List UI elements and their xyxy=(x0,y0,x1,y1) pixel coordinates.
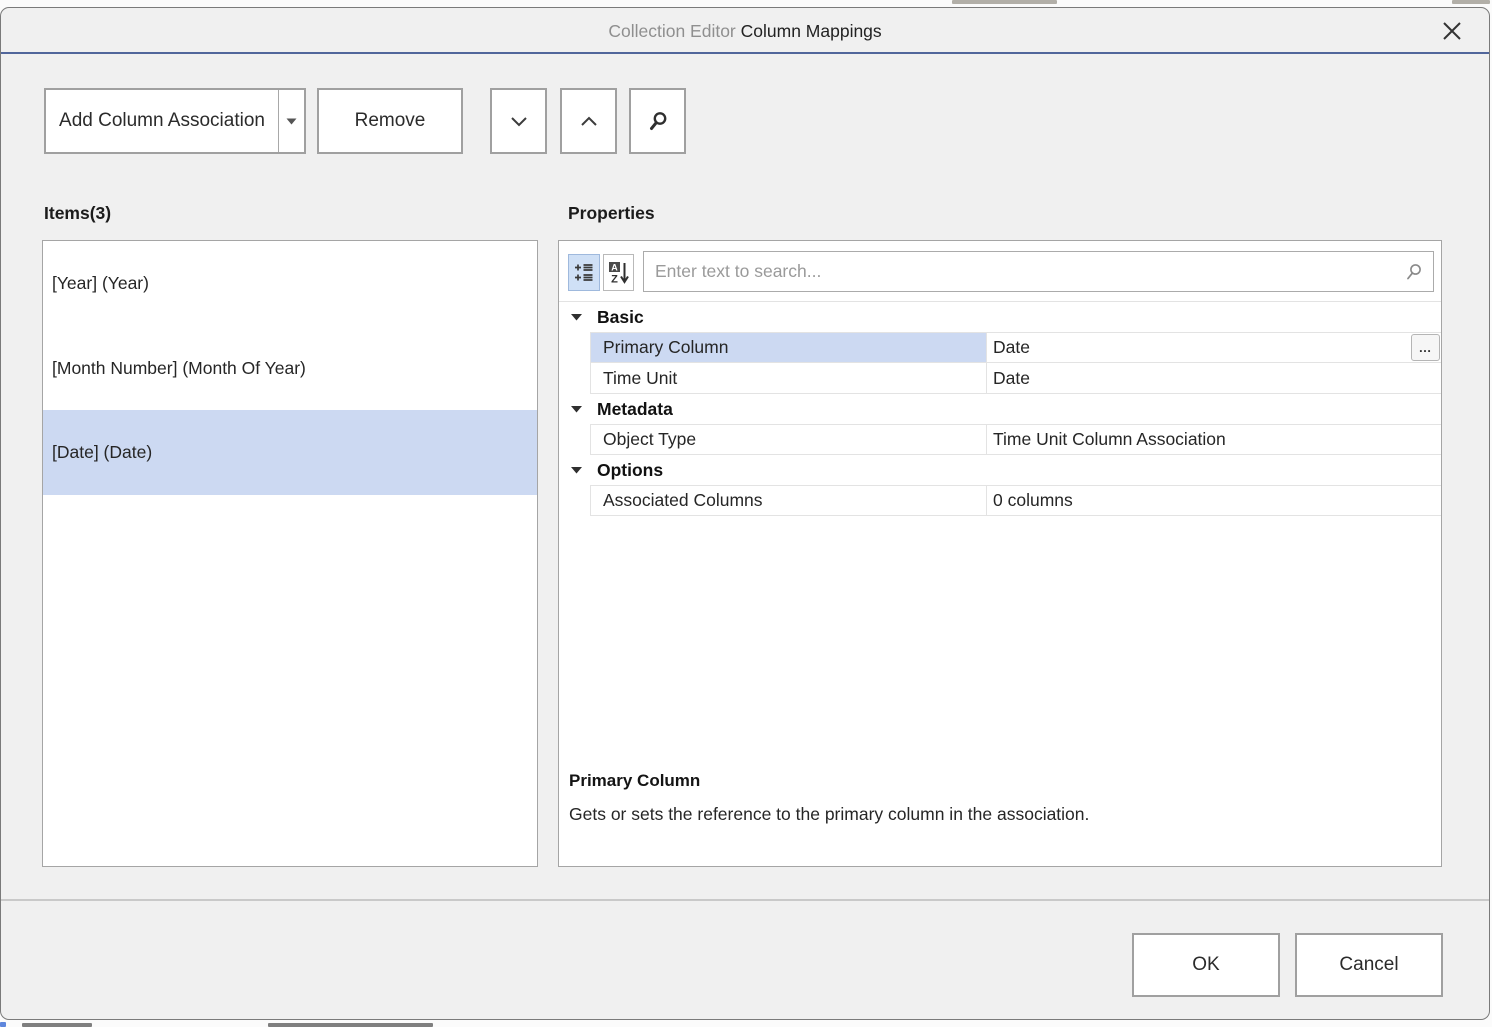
property-description-title: Primary Column xyxy=(569,771,1421,791)
search-input-icon xyxy=(1405,263,1433,281)
property-value: 0 columns xyxy=(993,490,1073,511)
add-column-association-splitbutton: Add Column Association xyxy=(44,88,306,154)
sort-alphabetical-icon: A Z xyxy=(608,261,629,284)
ellipsis-editor-button[interactable]: … xyxy=(1411,334,1440,361)
add-column-association-button[interactable]: Add Column Association xyxy=(46,90,278,152)
chevron-down-icon xyxy=(510,116,528,127)
properties-panel: A Z xyxy=(558,240,1442,867)
category-label: Options xyxy=(597,460,663,481)
category-expander-icon[interactable] xyxy=(570,405,583,413)
categorized-view-icon xyxy=(574,263,594,283)
property-name-cell[interactable]: Primary Column xyxy=(590,333,987,362)
background-fragment xyxy=(952,0,1057,4)
move-down-button[interactable] xyxy=(490,88,547,154)
property-row-associated-columns: Associated Columns 0 columns xyxy=(590,485,1441,516)
add-column-association-dropdown[interactable] xyxy=(278,90,304,152)
category-row-metadata[interactable]: Metadata xyxy=(559,394,1441,424)
list-item[interactable]: [Year] (Year) xyxy=(43,241,537,326)
property-row-primary-column: Primary Column Date … xyxy=(590,332,1441,363)
footer-separator xyxy=(1,899,1489,901)
list-item[interactable]: [Month Number] (Month Of Year) xyxy=(43,326,537,411)
property-description: Primary Column Gets or sets the referenc… xyxy=(569,771,1421,825)
close-icon xyxy=(1440,19,1464,43)
property-value-cell[interactable]: Time Unit Column Association xyxy=(987,425,1441,454)
sort-alphabetical-button[interactable]: A Z xyxy=(603,254,634,291)
background-fragment xyxy=(1452,0,1490,4)
ok-button[interactable]: OK xyxy=(1132,933,1280,997)
property-grid: Basic Primary Column Date … Time Unit Da… xyxy=(559,301,1441,516)
property-search-input[interactable] xyxy=(644,261,1405,282)
dialog-title-main: Column Mappings xyxy=(741,21,882,41)
dropdown-arrow-icon xyxy=(286,118,297,125)
close-button[interactable] xyxy=(1435,15,1469,47)
collection-editor-dialog: Collection Editor Column Mappings Add Co… xyxy=(0,7,1490,1020)
property-value-cell[interactable]: 0 columns xyxy=(987,486,1441,515)
move-up-button[interactable] xyxy=(560,88,617,154)
property-value-cell[interactable]: Date … xyxy=(987,333,1441,362)
property-name-cell[interactable]: Time Unit xyxy=(590,363,987,393)
svg-text:Z: Z xyxy=(611,274,618,285)
category-label: Metadata xyxy=(597,399,673,420)
background-fragment xyxy=(0,1022,6,1027)
dialog-title: Collection Editor Column Mappings xyxy=(1,8,1489,54)
dialog-title-prefix: Collection Editor xyxy=(608,21,740,41)
svg-text:A: A xyxy=(611,262,618,272)
category-label: Basic xyxy=(597,307,644,328)
items-header: Items(3) xyxy=(44,203,111,224)
property-value-cell[interactable]: Date xyxy=(987,363,1441,393)
background-fragment xyxy=(22,1023,92,1027)
background-fragment xyxy=(268,1023,433,1027)
category-expander-icon[interactable] xyxy=(570,466,583,474)
find-button[interactable] xyxy=(629,88,686,154)
property-value: Date xyxy=(993,368,1030,389)
category-row-options[interactable]: Options xyxy=(559,455,1441,485)
category-expander-icon[interactable] xyxy=(570,313,583,321)
search-icon xyxy=(647,110,669,132)
property-name-cell[interactable]: Associated Columns xyxy=(590,486,987,515)
properties-header: Properties xyxy=(568,203,655,224)
property-search-box xyxy=(643,251,1434,292)
screen: Collection Editor Column Mappings Add Co… xyxy=(0,0,1492,1027)
list-item-selected[interactable]: [Date] (Date) xyxy=(43,410,537,495)
property-row-time-unit: Time Unit Date xyxy=(590,363,1441,394)
property-value: Date xyxy=(993,337,1030,358)
property-name-cell[interactable]: Object Type xyxy=(590,425,987,454)
cancel-button[interactable]: Cancel xyxy=(1295,933,1443,997)
property-row-object-type: Object Type Time Unit Column Association xyxy=(590,424,1441,455)
remove-button[interactable]: Remove xyxy=(317,88,463,154)
items-list: [Year] (Year) [Month Number] (Month Of Y… xyxy=(42,240,538,867)
chevron-up-icon xyxy=(580,116,598,127)
property-description-text: Gets or sets the reference to the primar… xyxy=(569,804,1421,825)
categorized-view-button[interactable] xyxy=(568,254,600,291)
title-bar: Collection Editor Column Mappings xyxy=(1,8,1489,52)
category-row-basic[interactable]: Basic xyxy=(559,302,1441,332)
property-value: Time Unit Column Association xyxy=(993,429,1226,450)
